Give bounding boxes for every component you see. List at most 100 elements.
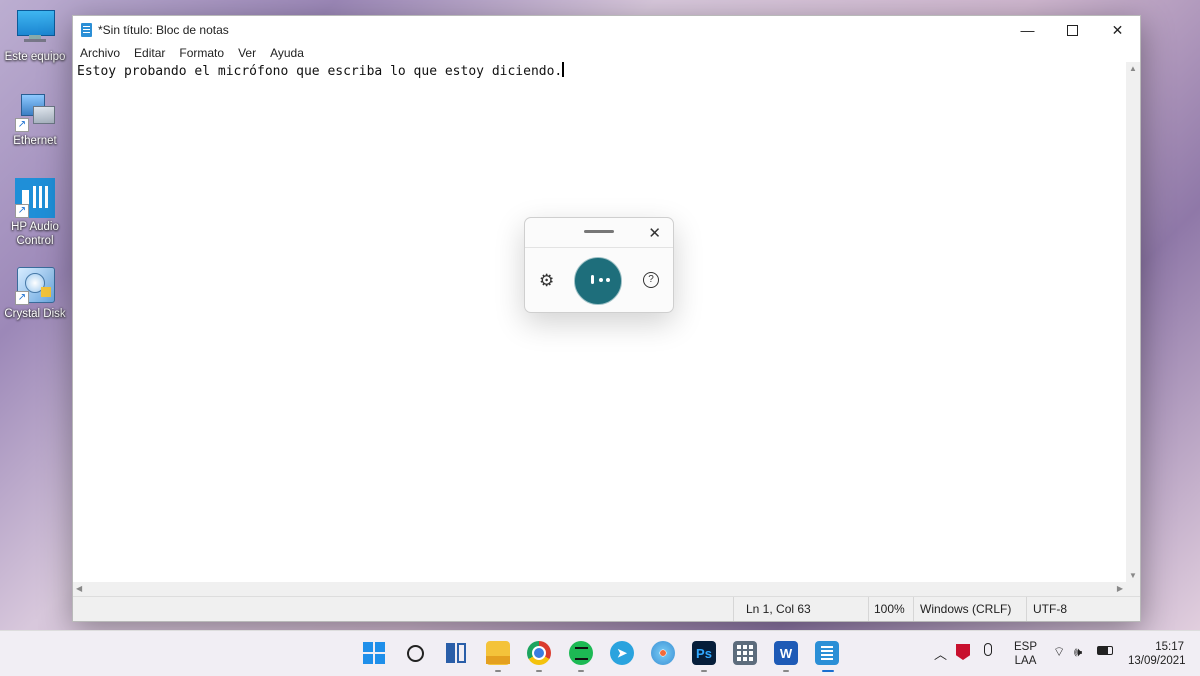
vertical-scrollbar[interactable]: ▲ ▼: [1126, 62, 1140, 582]
wifi-icon: ⌔: [1053, 644, 1066, 659]
desktop-icon-label: HP Audio Control: [11, 221, 59, 247]
title-bar[interactable]: *Sin título: Bloc de notas — ✕: [73, 16, 1140, 44]
word-button[interactable]: W: [774, 641, 798, 665]
taskbar: ➤ Ps W ︿ ESP LAA ⌔ 🕪 15:17 13/09/2021: [0, 630, 1200, 676]
battery-icon: [1097, 646, 1113, 655]
paint-button[interactable]: [651, 641, 675, 665]
paint-icon: [660, 650, 666, 656]
menu-archivo[interactable]: Archivo: [79, 44, 127, 62]
menu-bar: Archivo Editar Formato Ver Ayuda: [73, 44, 1140, 62]
desktop-icon-este-equipo[interactable]: Este equipo: [2, 8, 68, 64]
editor-content: Estoy probando el micrófono que escriba …: [77, 64, 563, 79]
volume-button[interactable]: 🕪: [1074, 644, 1082, 660]
search-button[interactable]: [403, 641, 427, 665]
tray-overflow-button[interactable]: ︿: [934, 644, 947, 663]
calculator-button[interactable]: [733, 641, 757, 665]
close-button[interactable]: ✕: [1095, 16, 1140, 44]
word-icon: W: [779, 645, 793, 661]
scroll-down-icon[interactable]: ▼: [1129, 571, 1137, 580]
text-caret: [562, 62, 565, 77]
telegram-button[interactable]: ➤: [610, 641, 634, 665]
chrome-button[interactable]: [527, 641, 551, 665]
chrome-icon: [532, 646, 546, 660]
scroll-right-icon[interactable]: ▶: [1117, 584, 1123, 593]
scroll-left-icon[interactable]: ◀: [76, 584, 82, 593]
desktop-icon-label: Este equipo: [4, 51, 66, 63]
listening-bar-icon: [591, 275, 594, 284]
microphone-icon: [984, 643, 992, 656]
running-indicator: [578, 670, 584, 672]
status-separator: [733, 597, 734, 621]
desktop-icon-crystal-disk[interactable]: ↗ Crystal Disk: [2, 265, 68, 321]
status-encoding: UTF-8: [1033, 602, 1067, 616]
microphone-button[interactable]: [574, 257, 622, 305]
file-explorer-icon: [486, 656, 510, 664]
listening-dot-icon: [599, 278, 603, 282]
voice-close-button[interactable]: ✕: [648, 224, 661, 242]
status-position: Ln 1, Col 63: [746, 602, 811, 616]
notepad-icon: [821, 645, 833, 661]
spotify-icon: [574, 646, 588, 660]
desktop-icon-ethernet[interactable]: ↗ Ethernet: [2, 92, 68, 148]
start-button[interactable]: [362, 641, 386, 665]
photoshop-icon: Ps: [696, 645, 712, 661]
menu-ayuda[interactable]: Ayuda: [269, 44, 311, 62]
text-editor[interactable]: Estoy probando el micrófono que escriba …: [73, 62, 1126, 582]
status-separator: [913, 597, 914, 621]
mcafee-icon: [956, 644, 970, 660]
menu-ver[interactable]: Ver: [237, 44, 263, 62]
desktop-icon-hp-audio[interactable]: ↗ HP Audio Control: [2, 178, 68, 248]
notepad-taskbar-button[interactable]: [815, 641, 839, 665]
running-indicator: [536, 670, 542, 672]
battery-button[interactable]: [1097, 646, 1113, 655]
search-icon: [406, 644, 424, 662]
settings-button[interactable]: ⚙: [539, 271, 554, 291]
close-icon: ✕: [1111, 21, 1124, 38]
calculator-icon: [737, 645, 753, 661]
status-zoom: 100%: [874, 602, 905, 616]
desktop-icon-label: Crystal Disk: [4, 308, 66, 320]
clock-date: 13/09/2021: [1128, 655, 1186, 667]
spotify-button[interactable]: [569, 641, 593, 665]
status-bar: Ln 1, Col 63 100% Windows (CRLF) UTF-8: [73, 596, 1140, 621]
running-indicator: [701, 670, 707, 672]
clock[interactable]: 15:17 13/09/2021: [1128, 640, 1186, 668]
crystal-disk-icon: ↗: [15, 265, 55, 305]
drag-handle[interactable]: [584, 230, 614, 233]
close-icon: ✕: [648, 225, 661, 242]
notepad-window: *Sin título: Bloc de notas — ✕ Archivo E…: [72, 15, 1141, 622]
voice-typing-panel: ✕ ⚙ ?: [524, 217, 674, 313]
notepad-icon: [81, 23, 92, 37]
running-indicator: [495, 670, 501, 672]
file-explorer-button[interactable]: [486, 641, 510, 665]
maximize-button[interactable]: [1050, 16, 1095, 44]
listening-dot-icon: [606, 278, 610, 282]
horizontal-scrollbar[interactable]: ◀ ▶: [73, 582, 1126, 596]
microphone-tray-button[interactable]: [984, 643, 992, 656]
wifi-button[interactable]: ⌔: [1053, 644, 1065, 660]
help-button[interactable]: ?: [643, 272, 659, 288]
speaker-icon: 🕪: [1074, 644, 1083, 659]
scroll-up-icon[interactable]: ▲: [1129, 64, 1137, 73]
active-indicator: [822, 670, 834, 672]
desktop-icon-label: Ethernet: [13, 135, 57, 147]
mcafee-button[interactable]: [956, 644, 970, 660]
window-title: *Sin título: Bloc de notas: [98, 23, 229, 37]
status-line-ending: Windows (CRLF): [920, 602, 1012, 616]
network-icon: ↗: [15, 92, 55, 132]
task-view-button[interactable]: [444, 641, 468, 665]
menu-formato[interactable]: Formato: [178, 44, 231, 62]
start-icon: [363, 642, 385, 664]
gear-icon: ⚙: [539, 271, 555, 290]
minimize-icon: —: [1020, 22, 1035, 38]
divider: [525, 247, 673, 248]
language-indicator[interactable]: ESP LAA: [1014, 640, 1037, 668]
scrollbar-corner: [1126, 582, 1140, 596]
minimize-button[interactable]: —: [1005, 16, 1050, 44]
photoshop-button[interactable]: Ps: [692, 641, 716, 665]
running-indicator: [783, 670, 789, 672]
maximize-icon: [1067, 24, 1078, 36]
clock-time: 15:17: [1155, 641, 1184, 653]
menu-editar[interactable]: Editar: [133, 44, 172, 62]
telegram-icon: ➤: [616, 646, 628, 660]
